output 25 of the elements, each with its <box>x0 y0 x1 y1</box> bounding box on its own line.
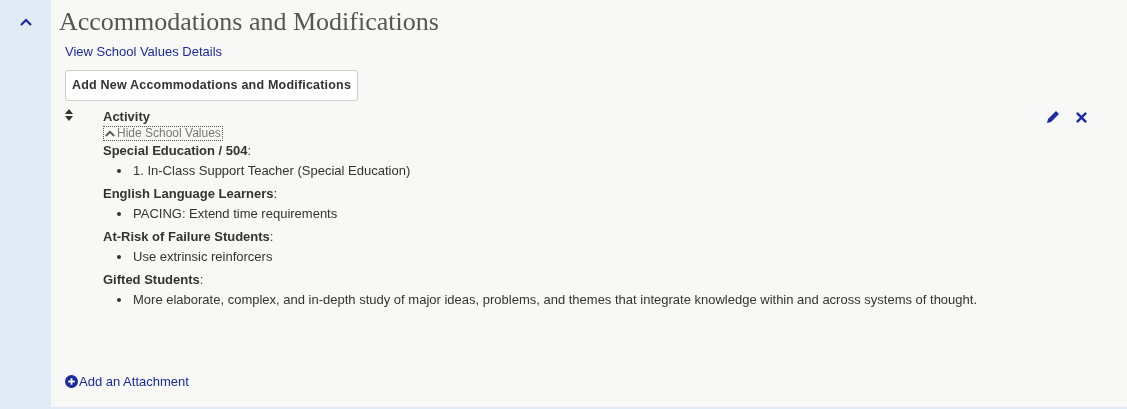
chevron-icon <box>105 130 115 137</box>
group-heading: English Language Learners: <box>103 185 279 203</box>
entry-text: Use extrinsic reinforcers <box>133 248 273 266</box>
group-heading: At-Risk of Failure Students: <box>103 228 275 246</box>
group-heading: Special Education / 504: <box>103 142 253 160</box>
sort-icon[interactable] <box>65 108 73 121</box>
entry-text: 1. In-Class Support Teacher (Special Education) <box>133 162 411 180</box>
entry-text: More elaborate, complex, and in-depth study of major ideas, problems, and themes that integrate knowledge within and across systems of thought. <box>133 291 978 309</box>
section-title: Accommodations and Modifications <box>59 6 440 38</box>
bullet-icon <box>117 169 121 173</box>
add-button[interactable]: Add New Accommodations and Modifications <box>65 69 359 101</box>
bullet-icon <box>117 255 121 259</box>
toggle-values-button[interactable]: Hide School Values <box>103 126 223 141</box>
close-icon[interactable] <box>1076 111 1087 123</box>
chevron-icon <box>19 18 32 26</box>
activity-title: Activity <box>103 107 151 126</box>
details-link[interactable]: View School Values Details <box>65 42 223 62</box>
plus-circle-icon <box>65 374 78 388</box>
attachment-link[interactable]: Add an Attachment <box>65 371 189 391</box>
group-heading: Gifted Students: <box>103 271 205 289</box>
bullet-icon <box>117 298 121 302</box>
bullet-icon <box>117 212 121 216</box>
collapse-button[interactable] <box>18 16 33 28</box>
edit-icon[interactable] <box>1046 109 1060 124</box>
entry-text: PACING: Extend time requirements <box>133 205 338 223</box>
